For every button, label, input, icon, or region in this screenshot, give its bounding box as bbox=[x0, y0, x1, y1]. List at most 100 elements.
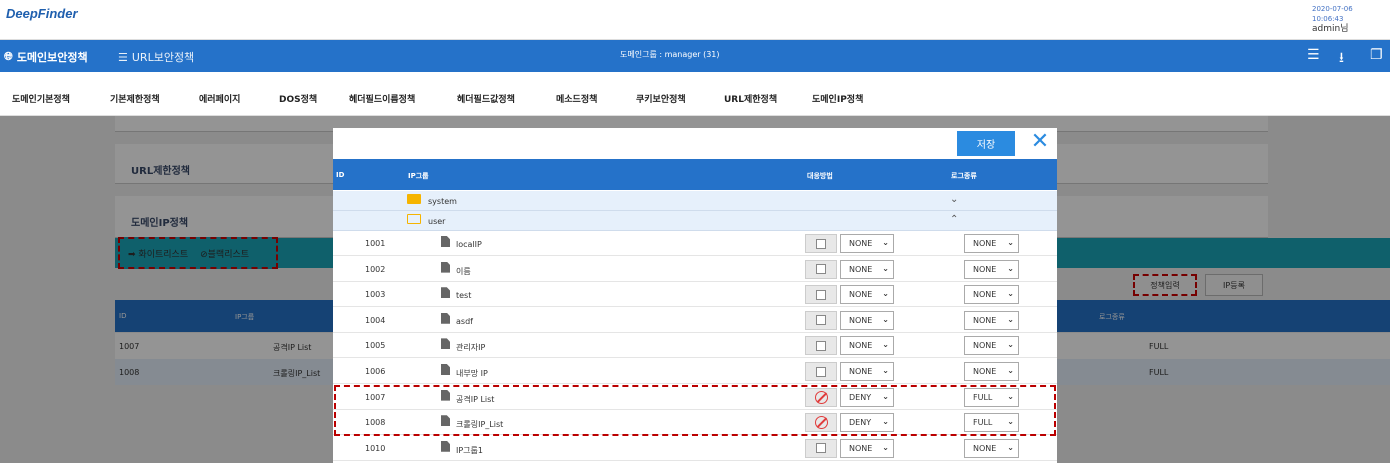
action-value: NONE bbox=[849, 367, 873, 376]
action-select[interactable]: NONE ⌄ bbox=[840, 362, 894, 381]
table-row[interactable]: 1001 localIP NONE ⌄ NONE ⌄ bbox=[333, 231, 1057, 256]
table-row[interactable]: 1006 내부망 IP NONE ⌄ NONE ⌄ bbox=[333, 359, 1057, 384]
log-select[interactable]: NONE ⌄ bbox=[964, 285, 1019, 305]
chevron-down-icon: ⌄ bbox=[882, 366, 889, 375]
chevron-up-icon[interactable]: ⌃ bbox=[950, 214, 958, 225]
group-name: system bbox=[428, 197, 457, 206]
user-label[interactable]: admin님 bbox=[1312, 24, 1353, 34]
row-name: 관리자IP bbox=[456, 343, 486, 353]
table-row[interactable]: 1004 asdf NONE ⌄ NONE ⌄ bbox=[333, 307, 1057, 333]
chevron-down-icon: ⌄ bbox=[882, 442, 889, 452]
row-name: 내부망 IP bbox=[456, 369, 488, 378]
log-value: NONE bbox=[973, 239, 997, 248]
chevron-down-icon: ⌄ bbox=[1007, 238, 1014, 247]
chevron-down-icon: ⌄ bbox=[1007, 366, 1014, 375]
checkbox-icon bbox=[816, 238, 826, 249]
row-id: 1010 bbox=[365, 443, 386, 453]
checkbox-icon bbox=[816, 340, 826, 351]
row-id: 1002 bbox=[365, 264, 386, 274]
action-value: NONE bbox=[849, 290, 873, 300]
chevron-down-icon[interactable]: ⌄ bbox=[950, 194, 958, 205]
action-checkbox[interactable] bbox=[805, 234, 837, 253]
file-icon bbox=[441, 236, 450, 247]
col-id: ID bbox=[336, 171, 345, 179]
table-row[interactable]: 1003 test NONE ⌄ NONE ⌄ bbox=[333, 282, 1057, 308]
log-value: NONE bbox=[973, 290, 997, 300]
close-icon[interactable]: ✕ bbox=[1029, 131, 1051, 154]
action-checkbox[interactable] bbox=[805, 362, 837, 381]
action-checkbox[interactable] bbox=[805, 310, 837, 330]
row-name: localIP bbox=[456, 240, 482, 249]
tab-method[interactable]: 메소드정책 bbox=[556, 92, 597, 105]
tab-basic-restrict[interactable]: 기본제한정책 bbox=[110, 92, 160, 105]
nav-domain-policy-label: 도메인보안정책 bbox=[16, 51, 88, 64]
chevron-down-icon: ⌄ bbox=[882, 314, 889, 324]
file-icon bbox=[441, 312, 450, 324]
tab-domain-ip[interactable]: 도메인IP정책 bbox=[812, 92, 863, 105]
tab-cookie[interactable]: 쿠키보안정책 bbox=[636, 92, 686, 105]
table-row[interactable]: 1010 IP그룹1 NONE ⌄ NONE ⌄ bbox=[333, 435, 1057, 461]
log-value: NONE bbox=[973, 315, 997, 325]
globe-icon: 🌐︎ bbox=[4, 50, 13, 63]
checkbox-icon bbox=[816, 443, 826, 454]
col-action: 대응방법 bbox=[807, 172, 833, 180]
copy-icon[interactable]: ❐ bbox=[1370, 47, 1383, 63]
action-checkbox[interactable] bbox=[805, 285, 837, 305]
table-row[interactable]: 1002 이름 NONE ⌄ NONE ⌄ bbox=[333, 256, 1057, 282]
file-icon bbox=[441, 338, 450, 350]
log-select[interactable]: NONE ⌄ bbox=[964, 362, 1019, 381]
row-id: 1004 bbox=[365, 315, 386, 325]
action-checkbox[interactable] bbox=[805, 336, 837, 356]
action-select[interactable]: NONE ⌄ bbox=[840, 285, 894, 305]
log-select[interactable]: NONE ⌄ bbox=[964, 336, 1019, 356]
row-name: asdf bbox=[456, 316, 473, 326]
download-icon[interactable]: ⭳ bbox=[1339, 47, 1344, 71]
checkbox-icon bbox=[816, 264, 826, 275]
chevron-down-icon: ⌄ bbox=[1007, 314, 1014, 324]
folder-icon bbox=[407, 194, 421, 204]
chevron-down-icon: ⌄ bbox=[1007, 289, 1014, 299]
group-row-user[interactable]: user ⌃ bbox=[333, 211, 1057, 231]
policy-tabs: 도메인기본정책 기본제한정책 에러페이지 DOS정책 헤더필드이름정책 헤더필드… bbox=[0, 72, 1390, 116]
action-select[interactable]: NONE ⌄ bbox=[840, 259, 894, 279]
action-value: NONE bbox=[849, 443, 873, 453]
chevron-down-icon: ⌄ bbox=[1007, 340, 1014, 350]
tab-header-value[interactable]: 헤더필드값정책 bbox=[457, 92, 515, 105]
list-icon[interactable]: ☰ bbox=[1307, 47, 1320, 63]
chevron-down-icon: ⌄ bbox=[1007, 263, 1014, 273]
action-checkbox[interactable] bbox=[805, 438, 837, 458]
modal-table-header: ID IP그룹 대응방법 로그종류 bbox=[333, 159, 1057, 190]
log-select[interactable]: NONE ⌄ bbox=[964, 310, 1019, 330]
tab-domain-basic[interactable]: 도메인기본정책 bbox=[12, 92, 70, 105]
action-value: NONE bbox=[849, 341, 873, 351]
log-select[interactable]: NONE ⌄ bbox=[964, 259, 1019, 279]
log-select[interactable]: NONE ⌄ bbox=[964, 438, 1019, 458]
row-name: 이름 bbox=[456, 266, 471, 276]
log-select[interactable]: NONE ⌄ bbox=[964, 234, 1019, 253]
log-value: NONE bbox=[973, 443, 997, 453]
tab-header-name[interactable]: 헤더필드이름정책 bbox=[349, 92, 415, 105]
action-select[interactable]: NONE ⌄ bbox=[840, 310, 894, 330]
tab-dos[interactable]: DOS정책 bbox=[279, 92, 317, 105]
date-label: 2020-07-06 bbox=[1312, 5, 1353, 13]
nav-url-policy[interactable]: ☰ URL보안정책 bbox=[118, 49, 194, 65]
table-row[interactable]: 1005 관리자IP NONE ⌄ NONE ⌄ bbox=[333, 333, 1057, 359]
checkbox-icon bbox=[816, 289, 826, 300]
action-checkbox[interactable] bbox=[805, 259, 837, 279]
col-ip-group: IP그룹 bbox=[408, 172, 429, 180]
save-button[interactable]: 저장 bbox=[957, 131, 1015, 156]
action-select[interactable]: NONE ⌄ bbox=[840, 438, 894, 458]
action-select[interactable]: NONE ⌄ bbox=[840, 336, 894, 356]
log-value: NONE bbox=[973, 264, 997, 274]
tab-url-restrict[interactable]: URL제한정책 bbox=[724, 92, 777, 105]
checkbox-icon bbox=[816, 366, 826, 377]
domain-group-label: 도메인그룹 : manager (31) bbox=[620, 50, 720, 59]
nav-domain-policy[interactable]: 🌐︎ 도메인보안정책 bbox=[4, 49, 88, 65]
file-icon bbox=[441, 440, 450, 452]
action-select[interactable]: NONE ⌄ bbox=[840, 234, 894, 253]
chevron-down-icon: ⌄ bbox=[882, 238, 889, 247]
group-row-system[interactable]: system ⌄ bbox=[333, 191, 1057, 211]
row-id: 1003 bbox=[365, 290, 386, 300]
app-logo[interactable]: DeepFinder bbox=[6, 6, 78, 21]
tab-error-page[interactable]: 에러페이지 bbox=[199, 92, 240, 105]
